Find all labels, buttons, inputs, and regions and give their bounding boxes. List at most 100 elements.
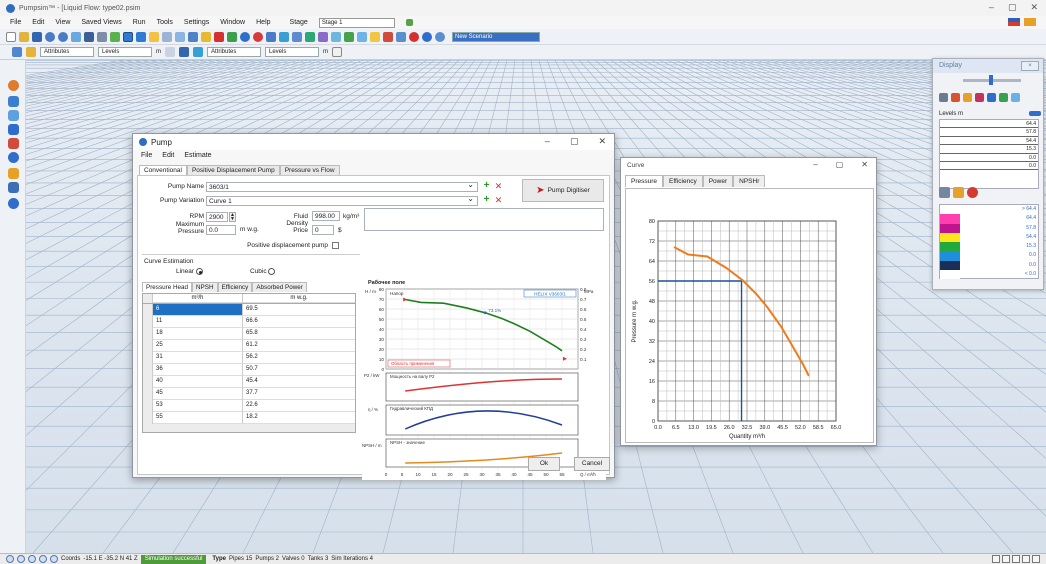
menu-help[interactable]: Help [256, 19, 270, 26]
fluid-density-input[interactable]: 998.00 [312, 211, 340, 221]
flow-cell[interactable]: 6 [153, 304, 243, 316]
tab-positive-displacement[interactable]: Positive Displacement Pump [186, 165, 280, 175]
measure-tool-icon[interactable] [8, 124, 19, 135]
sphere-icon[interactable] [987, 93, 996, 102]
cubic-radio[interactable] [268, 268, 275, 275]
flow-cell[interactable]: 25 [153, 340, 243, 352]
tab-npsh[interactable]: NPSH [192, 282, 218, 292]
menu-edit[interactable]: Edit [32, 19, 44, 26]
maximize-icon[interactable]: ▢ [836, 160, 844, 169]
pipe-draw-icon[interactable] [188, 31, 198, 42]
picture-icon[interactable] [1011, 93, 1020, 102]
tank-icon[interactable] [305, 31, 315, 42]
display-close-button[interactable]: × [1021, 61, 1039, 71]
rotate-icon[interactable] [136, 31, 146, 42]
node-icon[interactable] [266, 31, 276, 42]
text-style-icon[interactable] [179, 47, 189, 57]
table-row[interactable]: 36 50.7 [143, 364, 355, 376]
head-cell[interactable]: 69.5 [243, 304, 355, 316]
network-icon[interactable] [8, 96, 19, 107]
tab-conventional[interactable]: Conventional [139, 165, 187, 175]
maximize-icon[interactable]: ▢ [1008, 2, 1017, 13]
valve-icon[interactable] [292, 31, 302, 42]
pencil-icon[interactable] [149, 31, 159, 42]
row-header[interactable] [143, 412, 153, 424]
legend-icon[interactable] [165, 47, 175, 57]
grid-view-icon[interactable] [8, 110, 19, 121]
scenario-select[interactable]: New Scenario [452, 31, 540, 42]
row-header[interactable] [143, 340, 153, 352]
pump-digitiser-button[interactable]: ➤ Pump Digitiser [522, 179, 604, 202]
tab-efficiency[interactable]: Efficiency [663, 175, 703, 187]
levels-select-1[interactable]: Levels [98, 47, 152, 57]
table-icon[interactable] [26, 47, 36, 57]
pump-icon[interactable] [110, 31, 120, 42]
level-row[interactable]: 57.8 [940, 128, 1038, 137]
redo-icon[interactable] [58, 31, 68, 42]
cube-icon[interactable] [963, 93, 972, 102]
palette-icon[interactable] [8, 80, 19, 91]
flow-cell[interactable]: 53 [153, 400, 243, 412]
maximize-icon[interactable]: ▢ [570, 136, 579, 147]
eye-icon[interactable] [8, 198, 19, 209]
table-row[interactable]: 40 45.4 [143, 376, 355, 388]
attributes-select-1[interactable]: Attributes [40, 47, 94, 57]
col-flow-header[interactable]: m³/h [153, 294, 243, 303]
head-cell[interactable]: 65.8 [243, 328, 355, 340]
menu-saved-views[interactable]: Saved Views [81, 19, 121, 26]
price-input[interactable]: 0 [312, 225, 334, 235]
zoom-in-icon[interactable] [17, 555, 25, 563]
levels-select-2[interactable]: Levels [265, 47, 319, 57]
grid-icon[interactable] [97, 31, 107, 42]
slider-handle[interactable] [989, 75, 993, 85]
flow-cell[interactable]: 45 [153, 388, 243, 400]
paint-icon[interactable] [8, 168, 19, 179]
menu-file[interactable]: File [10, 19, 21, 26]
head-cell[interactable]: 56.2 [243, 352, 355, 364]
head-cell[interactable]: 37.7 [243, 388, 355, 400]
head-cell[interactable]: 18.2 [243, 412, 355, 424]
tab-pressure-vs-flow[interactable]: Pressure vs Flow [279, 165, 340, 175]
view-side-icon[interactable] [1022, 555, 1030, 563]
attributes-select-2[interactable]: Attributes [207, 47, 261, 57]
row-header[interactable] [143, 316, 153, 328]
table-row[interactable]: 6 69.5 [143, 304, 355, 316]
level-row[interactable]: 0.0 [940, 162, 1038, 171]
minimize-icon[interactable]: – [989, 2, 994, 13]
star-outline-icon[interactable] [332, 47, 342, 57]
flow-cell[interactable]: 31 [153, 352, 243, 364]
table-row[interactable]: 45 37.7 [143, 388, 355, 400]
row-header[interactable] [143, 364, 153, 376]
pan-icon[interactable] [39, 555, 47, 563]
layer-icon[interactable] [12, 47, 22, 57]
level-row[interactable]: 64.4 [940, 120, 1038, 129]
row-header[interactable] [143, 352, 153, 364]
filter-icon[interactable] [8, 182, 19, 193]
link-icon[interactable] [331, 31, 341, 42]
report-icon[interactable] [370, 31, 380, 42]
tab-efficiency[interactable]: Efficiency [217, 282, 253, 292]
minimize-icon[interactable]: – [813, 160, 817, 169]
rpm-input[interactable]: 2900 [206, 212, 228, 222]
close-icon[interactable]: ✕ [598, 136, 606, 147]
flow-arrow-icon[interactable] [227, 31, 237, 42]
layers-icon[interactable] [396, 31, 406, 42]
open-folder-icon[interactable] [19, 31, 29, 42]
compass-icon[interactable] [8, 152, 19, 163]
stage-select[interactable]: Stage 1 [318, 17, 395, 28]
pie-icon[interactable] [967, 187, 978, 198]
table-row[interactable]: 11 66.6 [143, 316, 355, 328]
add-variation-button[interactable]: + [482, 195, 491, 205]
record-icon[interactable] [409, 31, 419, 42]
flow-cell[interactable]: 55 [153, 412, 243, 424]
delete-icon[interactable] [214, 31, 224, 42]
star-icon[interactable] [201, 31, 211, 42]
tank-color-icon[interactable] [999, 93, 1008, 102]
cancel-button[interactable]: Cancel [574, 457, 610, 471]
menu-run[interactable]: Run [133, 19, 146, 26]
tab-absorbed-power[interactable]: Absorbed Power [252, 282, 307, 292]
tab-power[interactable]: Power [702, 175, 734, 187]
head-cell[interactable]: 61.2 [243, 340, 355, 352]
text-tool-icon[interactable] [279, 31, 289, 42]
level-row[interactable]: 0.0 [940, 154, 1038, 162]
